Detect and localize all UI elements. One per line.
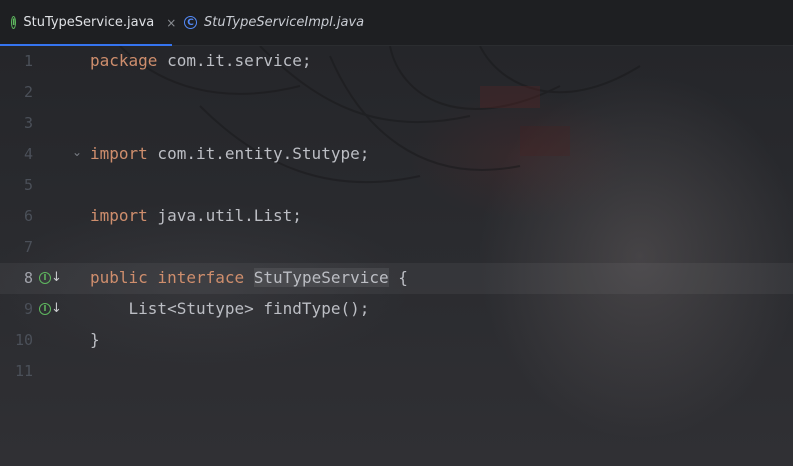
class-icon: C bbox=[184, 16, 197, 29]
code-line: 11 bbox=[0, 356, 793, 387]
code-line: 6 import java.util.List; bbox=[0, 201, 793, 232]
line-number: 8 bbox=[23, 269, 33, 287]
line-number: 11 bbox=[14, 362, 33, 380]
line-number: 10 bbox=[14, 331, 33, 349]
tab-label: StuTypeServiceImpl.java bbox=[204, 15, 365, 30]
keyword: import bbox=[90, 144, 148, 163]
line-number: 2 bbox=[23, 83, 33, 101]
code-text: java.util.List; bbox=[147, 206, 302, 225]
code-line: 2 bbox=[0, 77, 793, 108]
code-editor[interactable]: 1 package com.it.service; 2 3 4 ⌄ import… bbox=[0, 46, 793, 466]
implemented-gutter-icon[interactable]: I ↓ bbox=[39, 270, 62, 285]
code-line: 3 bbox=[0, 108, 793, 139]
keyword: package bbox=[90, 51, 158, 70]
code-line: 9 I ↓ List<Stutype> findType(); bbox=[0, 294, 793, 325]
fold-chevron-icon[interactable]: ⌄ bbox=[72, 145, 82, 159]
code-text: List<Stutype> findType(); bbox=[90, 299, 370, 318]
keyword: import bbox=[90, 206, 148, 225]
arrow-down-icon: ↓ bbox=[51, 301, 62, 316]
interface-icon: I bbox=[39, 271, 51, 284]
arrow-down-icon: ↓ bbox=[51, 270, 62, 285]
interface-icon: I bbox=[11, 16, 17, 29]
implemented-gutter-icon[interactable]: I ↓ bbox=[39, 301, 62, 316]
code-text: com.it.service; bbox=[157, 51, 312, 70]
code-line: 5 bbox=[0, 170, 793, 201]
line-number: 4 bbox=[23, 145, 33, 163]
interface-name: StuTypeService bbox=[253, 268, 389, 287]
tab-stutypeserviceimpl[interactable]: C StuTypeServiceImpl.java bbox=[173, 0, 373, 45]
line-number: 1 bbox=[23, 52, 33, 70]
code-line: 4 ⌄ import com.it.entity.Stutype; bbox=[0, 139, 793, 170]
editor-tab-bar: I StuTypeService.java × C StuTypeService… bbox=[0, 0, 793, 46]
interface-icon: I bbox=[39, 302, 51, 315]
code-line-current: 8 I ↓ public interface StuTypeService { bbox=[0, 263, 793, 294]
code-line: 7 bbox=[0, 232, 793, 263]
keyword: interface bbox=[157, 268, 245, 287]
code-line: 10 } bbox=[0, 325, 793, 356]
tab-label: StuTypeService.java bbox=[23, 15, 155, 30]
line-number: 3 bbox=[23, 114, 33, 132]
code-text: } bbox=[90, 330, 100, 349]
code-text: com.it.entity.Stutype; bbox=[147, 144, 370, 163]
tab-stutypeservice[interactable]: I StuTypeService.java × bbox=[0, 0, 176, 46]
line-number: 6 bbox=[23, 207, 33, 225]
code-text: { bbox=[388, 268, 408, 287]
line-number: 5 bbox=[23, 176, 33, 194]
line-number: 9 bbox=[23, 300, 33, 318]
line-number: 7 bbox=[23, 238, 33, 256]
code-line: 1 package com.it.service; bbox=[0, 46, 793, 77]
keyword: public bbox=[90, 268, 148, 287]
